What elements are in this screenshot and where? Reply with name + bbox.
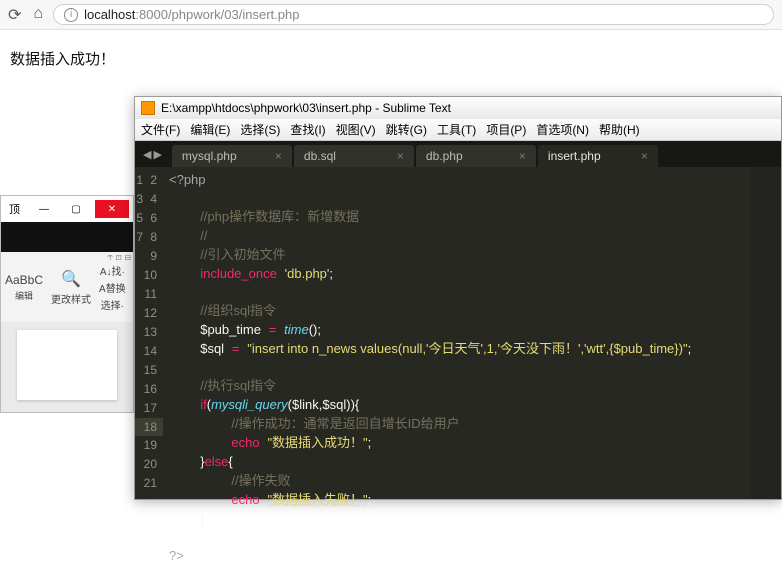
- menu-find[interactable]: 查找(I): [290, 121, 325, 138]
- tab-dbsql[interactable]: db.sql×: [294, 145, 414, 167]
- menu-help[interactable]: 帮助(H): [599, 121, 640, 138]
- menu-tools[interactable]: 工具(T): [437, 121, 476, 138]
- doc-page: [17, 330, 117, 400]
- window-title: E:\xampp\htdocs\phpwork\03\insert.php - …: [161, 101, 451, 115]
- ribbon-tools-icon[interactable]: ⥾ ⊡ ⊟: [107, 252, 131, 263]
- minimap[interactable]: [751, 167, 781, 499]
- sublime-window: E:\xampp\htdocs\phpwork\03\insert.php - …: [134, 96, 782, 500]
- window-titlebar[interactable]: E:\xampp\htdocs\phpwork\03\insert.php - …: [135, 97, 781, 119]
- tab-mysql[interactable]: mysql.php×: [172, 145, 292, 167]
- maximize-button[interactable]: ▢: [63, 200, 89, 218]
- menu-select[interactable]: 选择(S): [240, 121, 280, 138]
- menu-bar: 文件(F) 编辑(E) 选择(S) 查找(I) 视图(V) 跳转(G) 工具(T…: [135, 119, 781, 141]
- tab-nav-arrows[interactable]: ◀▶: [139, 148, 172, 167]
- close-icon[interactable]: ×: [631, 149, 648, 163]
- close-icon[interactable]: ×: [509, 149, 526, 163]
- tab-bar: ◀▶ mysql.php× db.sql× db.php× insert.php…: [135, 141, 781, 167]
- home-icon[interactable]: ⌂: [33, 5, 43, 25]
- line-gutter[interactable]: 1 2 3 4 5 6 7 8 9 10 11 12 13 14 15 16 1…: [135, 167, 163, 499]
- url-port: :8000: [135, 7, 168, 22]
- url-host: localhost: [84, 7, 135, 22]
- code-editor[interactable]: <?php //php操作数据库：新增数据 // //引入初始文件 includ…: [163, 167, 751, 499]
- menu-goto[interactable]: 跳转(G): [386, 121, 427, 138]
- menu-view[interactable]: 视图(V): [336, 121, 376, 138]
- close-icon[interactable]: ×: [387, 149, 404, 163]
- page-result-text: 数据插入成功！: [0, 30, 782, 87]
- menu-edit[interactable]: 编辑(E): [190, 121, 230, 138]
- ribbon: AaBbC编辑 🔍更改样式 A↓找·A替换选择· ⥾ ⊡ ⊟: [1, 252, 133, 322]
- close-button[interactable]: ✕: [95, 200, 129, 218]
- minimize-button[interactable]: —: [31, 200, 57, 218]
- sublime-logo-icon: [141, 101, 155, 115]
- info-icon[interactable]: i: [64, 8, 78, 22]
- tab-insert[interactable]: insert.php×: [538, 145, 658, 167]
- menu-project[interactable]: 项目(P): [486, 121, 526, 138]
- url-path: /phpwork/03/insert.php: [168, 7, 300, 22]
- close-icon[interactable]: ×: [265, 149, 282, 163]
- frag-dark-bar: [1, 222, 133, 252]
- tab-dbphp[interactable]: db.php×: [416, 145, 536, 167]
- menu-prefs[interactable]: 首选项(N): [536, 121, 589, 138]
- frag-tab-label: 顶: [5, 201, 20, 217]
- background-window-fragment: 顶 — ▢ ✕ AaBbC编辑 🔍更改样式 A↓找·A替换选择· ⥾ ⊡ ⊟: [0, 195, 134, 413]
- reload-icon[interactable]: ⟳: [8, 5, 21, 25]
- browser-toolbar: ⟳ ⌂ i localhost:8000/phpwork/03/insert.p…: [0, 0, 782, 30]
- style-preview[interactable]: AaBbC: [5, 273, 43, 287]
- address-bar[interactable]: i localhost:8000/phpwork/03/insert.php: [53, 4, 774, 25]
- menu-file[interactable]: 文件(F): [141, 121, 180, 138]
- find-icon[interactable]: 🔍: [61, 269, 81, 289]
